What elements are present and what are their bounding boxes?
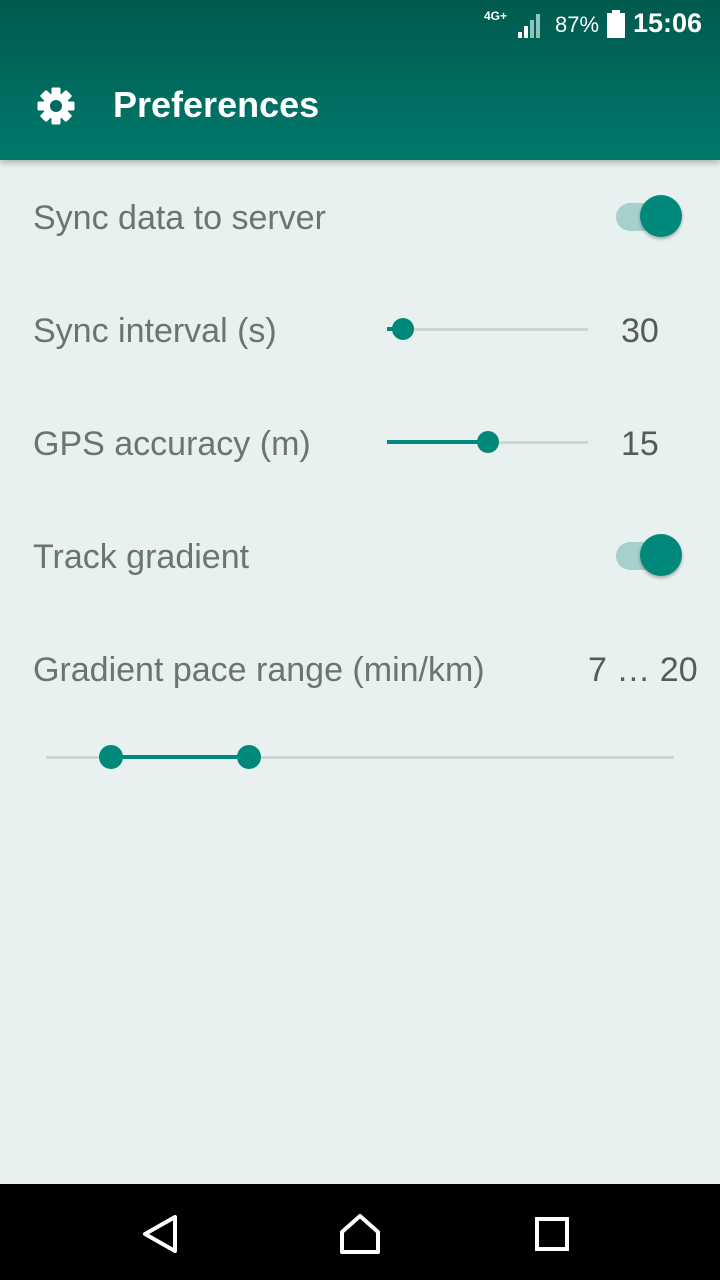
recents-icon[interactable] [530, 1212, 574, 1256]
track-gradient-label: Track gradient [33, 538, 250, 576]
sync-interval-value: 30 [621, 312, 659, 350]
slider-fill [387, 440, 488, 444]
slider-thumb[interactable] [476, 431, 499, 453]
sync-interval-slider[interactable] [387, 314, 588, 344]
battery-percent: 87% [555, 12, 600, 37]
gps-accuracy-value: 15 [621, 425, 659, 463]
sync-interval-label: Sync interval (s) [33, 312, 277, 350]
track-gradient-switch[interactable] [614, 533, 684, 577]
range-low-thumb[interactable] [99, 745, 124, 769]
gradient-pace-range-label: Gradient pace range (min/km) [33, 651, 485, 689]
switch-thumb[interactable] [640, 534, 682, 576]
sync-data-switch[interactable] [614, 194, 684, 238]
gradient-pace-range-value: 7 … 20 [588, 651, 698, 689]
range-high-thumb[interactable] [236, 745, 261, 769]
battery-icon [607, 10, 625, 38]
slider-fill [111, 755, 249, 759]
sync-data-label: Sync data to server [33, 199, 326, 237]
navigation-bar [0, 1184, 720, 1280]
gradient-pace-range-slider[interactable] [46, 742, 674, 772]
gps-accuracy-label: GPS accuracy (m) [33, 425, 311, 463]
gear-icon[interactable] [36, 86, 76, 126]
slider-rail [387, 328, 588, 331]
gps-accuracy-slider[interactable] [387, 427, 588, 457]
clock: 15:06 [633, 8, 703, 38]
status-bar: 4G+ 87% 15:06 [0, 0, 720, 50]
back-icon[interactable] [138, 1212, 182, 1256]
home-icon[interactable] [338, 1212, 382, 1256]
signal-icon [518, 14, 540, 38]
page-title: Preferences [113, 84, 320, 125]
switch-thumb[interactable] [640, 195, 682, 237]
network-type-label: 4G+ [484, 9, 508, 23]
app-bar: 4G+ 87% 15:06 Preferences [0, 0, 720, 160]
slider-thumb[interactable] [392, 318, 415, 340]
